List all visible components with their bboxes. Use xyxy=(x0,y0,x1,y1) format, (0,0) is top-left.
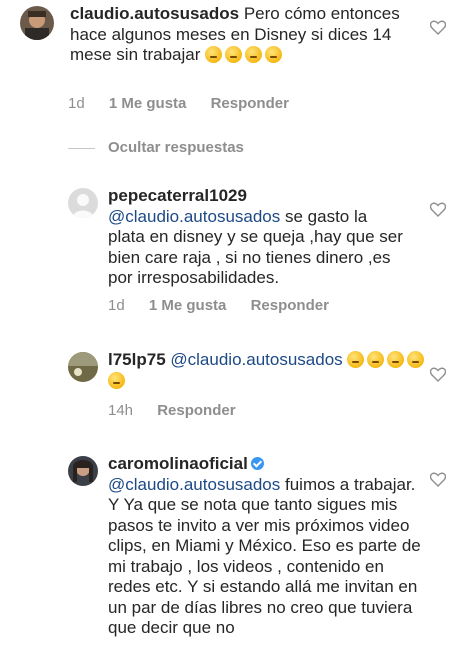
comment-text: l75lp75 @claudio.autosusados xyxy=(108,350,428,391)
reply-button[interactable]: Responder xyxy=(157,402,235,419)
verified-badge-icon xyxy=(250,457,264,470)
emoji-icon xyxy=(205,46,223,63)
avatar[interactable] xyxy=(20,6,54,40)
mention-link[interactable]: @claudio.autosusados xyxy=(108,207,280,226)
heart-icon[interactable] xyxy=(430,472,446,487)
heart-icon[interactable] xyxy=(430,202,446,217)
username-link[interactable]: caromolinaoficial xyxy=(108,454,248,473)
likes-count[interactable]: 1 Me gusta xyxy=(109,95,187,112)
emoji-icon xyxy=(245,46,263,63)
timestamp: 14h xyxy=(108,402,134,419)
divider-line xyxy=(68,148,95,149)
emoji-icon xyxy=(367,351,385,368)
comment-text: caromolinaoficial @claudio.autosusados f… xyxy=(108,454,430,639)
username-link[interactable]: pepecaterral1029 xyxy=(108,186,247,205)
timestamp: 1d xyxy=(68,95,85,112)
comment-text: claudio.autosusados Pero cómo entonces h… xyxy=(70,4,410,66)
avatar[interactable] xyxy=(68,456,98,486)
hide-replies-button[interactable]: Ocultar respuestas xyxy=(108,139,244,156)
emoji-icon xyxy=(108,371,125,389)
mention-link[interactable]: @claudio.autosusados xyxy=(170,350,342,369)
reply-button[interactable]: Responder xyxy=(251,297,329,314)
mention-link[interactable]: @claudio.autosusados xyxy=(108,475,280,494)
comment-meta: 14h Responder xyxy=(108,402,256,419)
comment-text: pepecaterral1029 @claudio.autosusados se… xyxy=(108,186,408,289)
emoji-icon xyxy=(265,46,283,63)
heart-icon[interactable] xyxy=(430,20,446,35)
username-link[interactable]: claudio.autosusados xyxy=(70,4,239,23)
heart-icon[interactable] xyxy=(430,367,446,382)
username-link[interactable]: l75lp75 xyxy=(108,350,166,369)
timestamp: 1d xyxy=(108,297,125,314)
avatar[interactable] xyxy=(68,352,98,382)
comment-body: fuimos a trabajar. Y Ya que se nota que … xyxy=(108,474,421,638)
emoji-icon xyxy=(347,351,365,368)
comment-meta: 1d 1 Me gusta Responder xyxy=(68,95,309,112)
reply-button[interactable]: Responder xyxy=(211,95,289,112)
emoji-icon xyxy=(407,351,425,368)
emoji-icon xyxy=(387,351,405,368)
avatar[interactable] xyxy=(68,188,98,218)
comment-meta: 1d 1 Me gusta Responder xyxy=(108,297,349,314)
likes-count[interactable]: 1 Me gusta xyxy=(149,297,227,314)
emoji-icon xyxy=(225,46,243,63)
